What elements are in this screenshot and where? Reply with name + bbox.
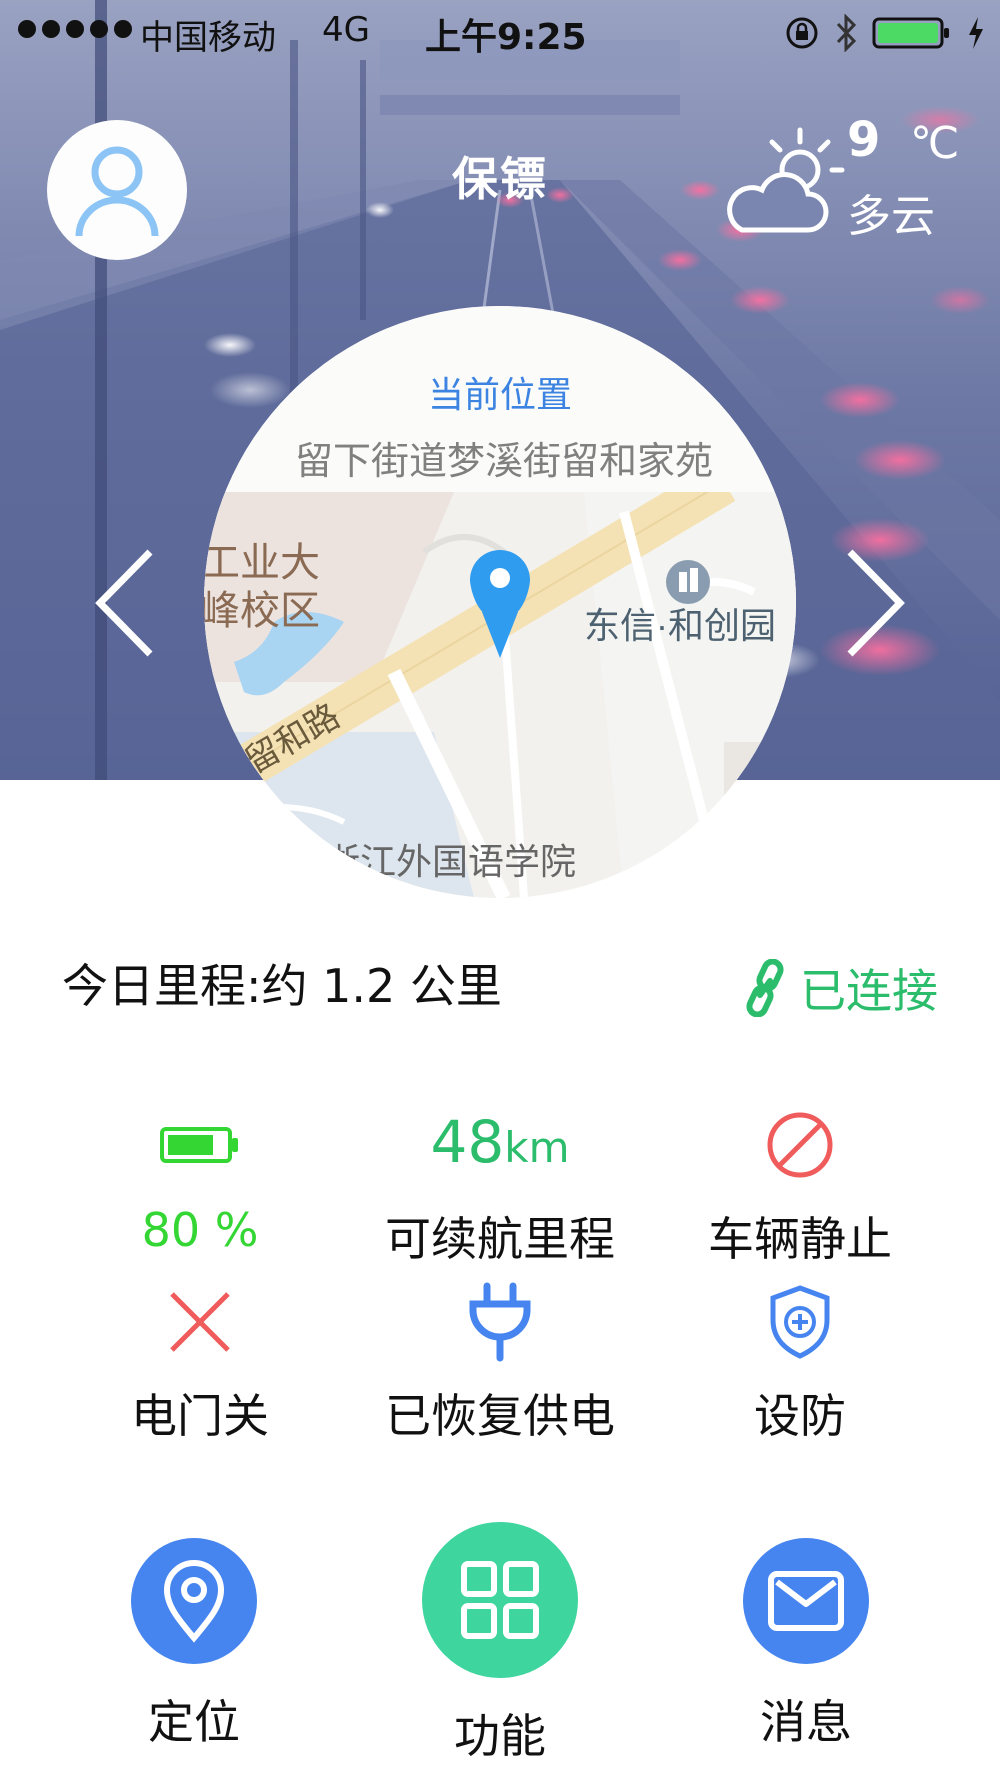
link-icon bbox=[746, 959, 784, 1017]
signal-strength-icon bbox=[18, 20, 132, 38]
range-label: 可续航里程 bbox=[385, 1212, 615, 1266]
range-status: 48km 可续航里程 bbox=[350, 1105, 650, 1269]
battery-percent: 80 % bbox=[141, 1203, 259, 1257]
defense-status[interactable]: 设防 bbox=[650, 1282, 950, 1446]
messages-label: 消息 bbox=[760, 1695, 852, 1749]
carrier-name: 中国移动 bbox=[140, 18, 276, 58]
map-label-campus-line1: 工业大 bbox=[204, 541, 320, 585]
partly-cloudy-icon bbox=[727, 127, 845, 233]
map-view: 工业大 峰校区 东信·和创园 留和路 浙江外国语学院 bbox=[204, 492, 796, 898]
weather-condition: 多云 bbox=[847, 191, 935, 242]
connection-status[interactable]: 已连接 bbox=[742, 955, 938, 1021]
location-map[interactable]: 当前位置 留下街道梦溪街留和家苑 工业大 峰校区 东信·和创园 留和路 浙江外国… bbox=[204, 306, 796, 898]
map-label-building: 东信·和创园 bbox=[584, 605, 776, 646]
weather-widget: 9 ℃ 多云 bbox=[712, 112, 972, 242]
prohibited-icon bbox=[767, 1112, 833, 1178]
locate-button[interactable]: 定位 bbox=[64, 1538, 324, 1752]
motion-label: 车辆静止 bbox=[708, 1212, 892, 1266]
locate-button-circle[interactable] bbox=[131, 1538, 257, 1664]
battery-icon bbox=[160, 1127, 238, 1163]
building-poi-icon bbox=[666, 560, 710, 604]
functions-button[interactable]: 功能 bbox=[370, 1522, 630, 1766]
network-type: 4G bbox=[322, 10, 370, 50]
locate-label: 定位 bbox=[148, 1695, 240, 1749]
location-header: 当前位置 留下街道梦溪街留和家苑 bbox=[204, 306, 796, 492]
close-icon bbox=[170, 1292, 230, 1352]
battery-status: 80 % bbox=[50, 1105, 350, 1257]
daily-mileage: 今日里程:约 1.2 公里 bbox=[62, 959, 502, 1013]
messages-button[interactable]: 消息 bbox=[676, 1538, 936, 1752]
connection-label: 已连接 bbox=[800, 964, 938, 1018]
door-label: 电门关 bbox=[131, 1389, 269, 1443]
plug-icon bbox=[469, 1282, 531, 1362]
battery-status-icon bbox=[872, 17, 949, 49]
current-location-label: 当前位置 bbox=[427, 375, 572, 416]
rotation-lock-icon bbox=[786, 17, 818, 49]
map-label-school: 浙江外国语学院 bbox=[324, 841, 576, 882]
functions-label: 功能 bbox=[454, 1709, 546, 1763]
clock: 上午9:25 bbox=[425, 17, 587, 58]
chevron-right-icon[interactable] bbox=[838, 548, 908, 658]
power-status: 已恢复供电 bbox=[350, 1282, 650, 1446]
mail-icon bbox=[768, 1571, 844, 1631]
range-value-group: 48km bbox=[430, 1102, 569, 1188]
messages-button-circle[interactable] bbox=[743, 1538, 869, 1664]
power-label: 已恢复供电 bbox=[385, 1389, 615, 1443]
status-bar-right bbox=[784, 14, 986, 52]
functions-button-circle[interactable] bbox=[422, 1522, 578, 1678]
temperature: 9 bbox=[847, 112, 881, 168]
temperature-unit: ℃ bbox=[910, 118, 960, 169]
door-status: 电门关 bbox=[50, 1282, 350, 1446]
status-bar: 中国移动 4G 上午9:25 bbox=[0, 0, 1000, 62]
current-address: 留下街道梦溪街留和家苑 bbox=[294, 439, 713, 483]
home-screen: 中国移动 4G 上午9:25 保镖 9 ℃ 多云 当前位置 留下街道梦溪街留和家… bbox=[0, 0, 1000, 1778]
map-label-campus-line2: 峰校区 bbox=[204, 589, 320, 633]
grid-icon bbox=[461, 1561, 539, 1639]
motion-status: 车辆静止 bbox=[650, 1105, 950, 1269]
chevron-left-icon[interactable] bbox=[92, 548, 162, 658]
location-pin-icon bbox=[163, 1560, 225, 1643]
shield-plus-icon bbox=[770, 1285, 830, 1359]
charging-icon bbox=[969, 17, 983, 49]
range-value: 48 bbox=[430, 1108, 505, 1176]
bluetooth-icon bbox=[836, 14, 857, 52]
range-unit: km bbox=[504, 1123, 570, 1172]
defense-label: 设防 bbox=[754, 1389, 846, 1443]
